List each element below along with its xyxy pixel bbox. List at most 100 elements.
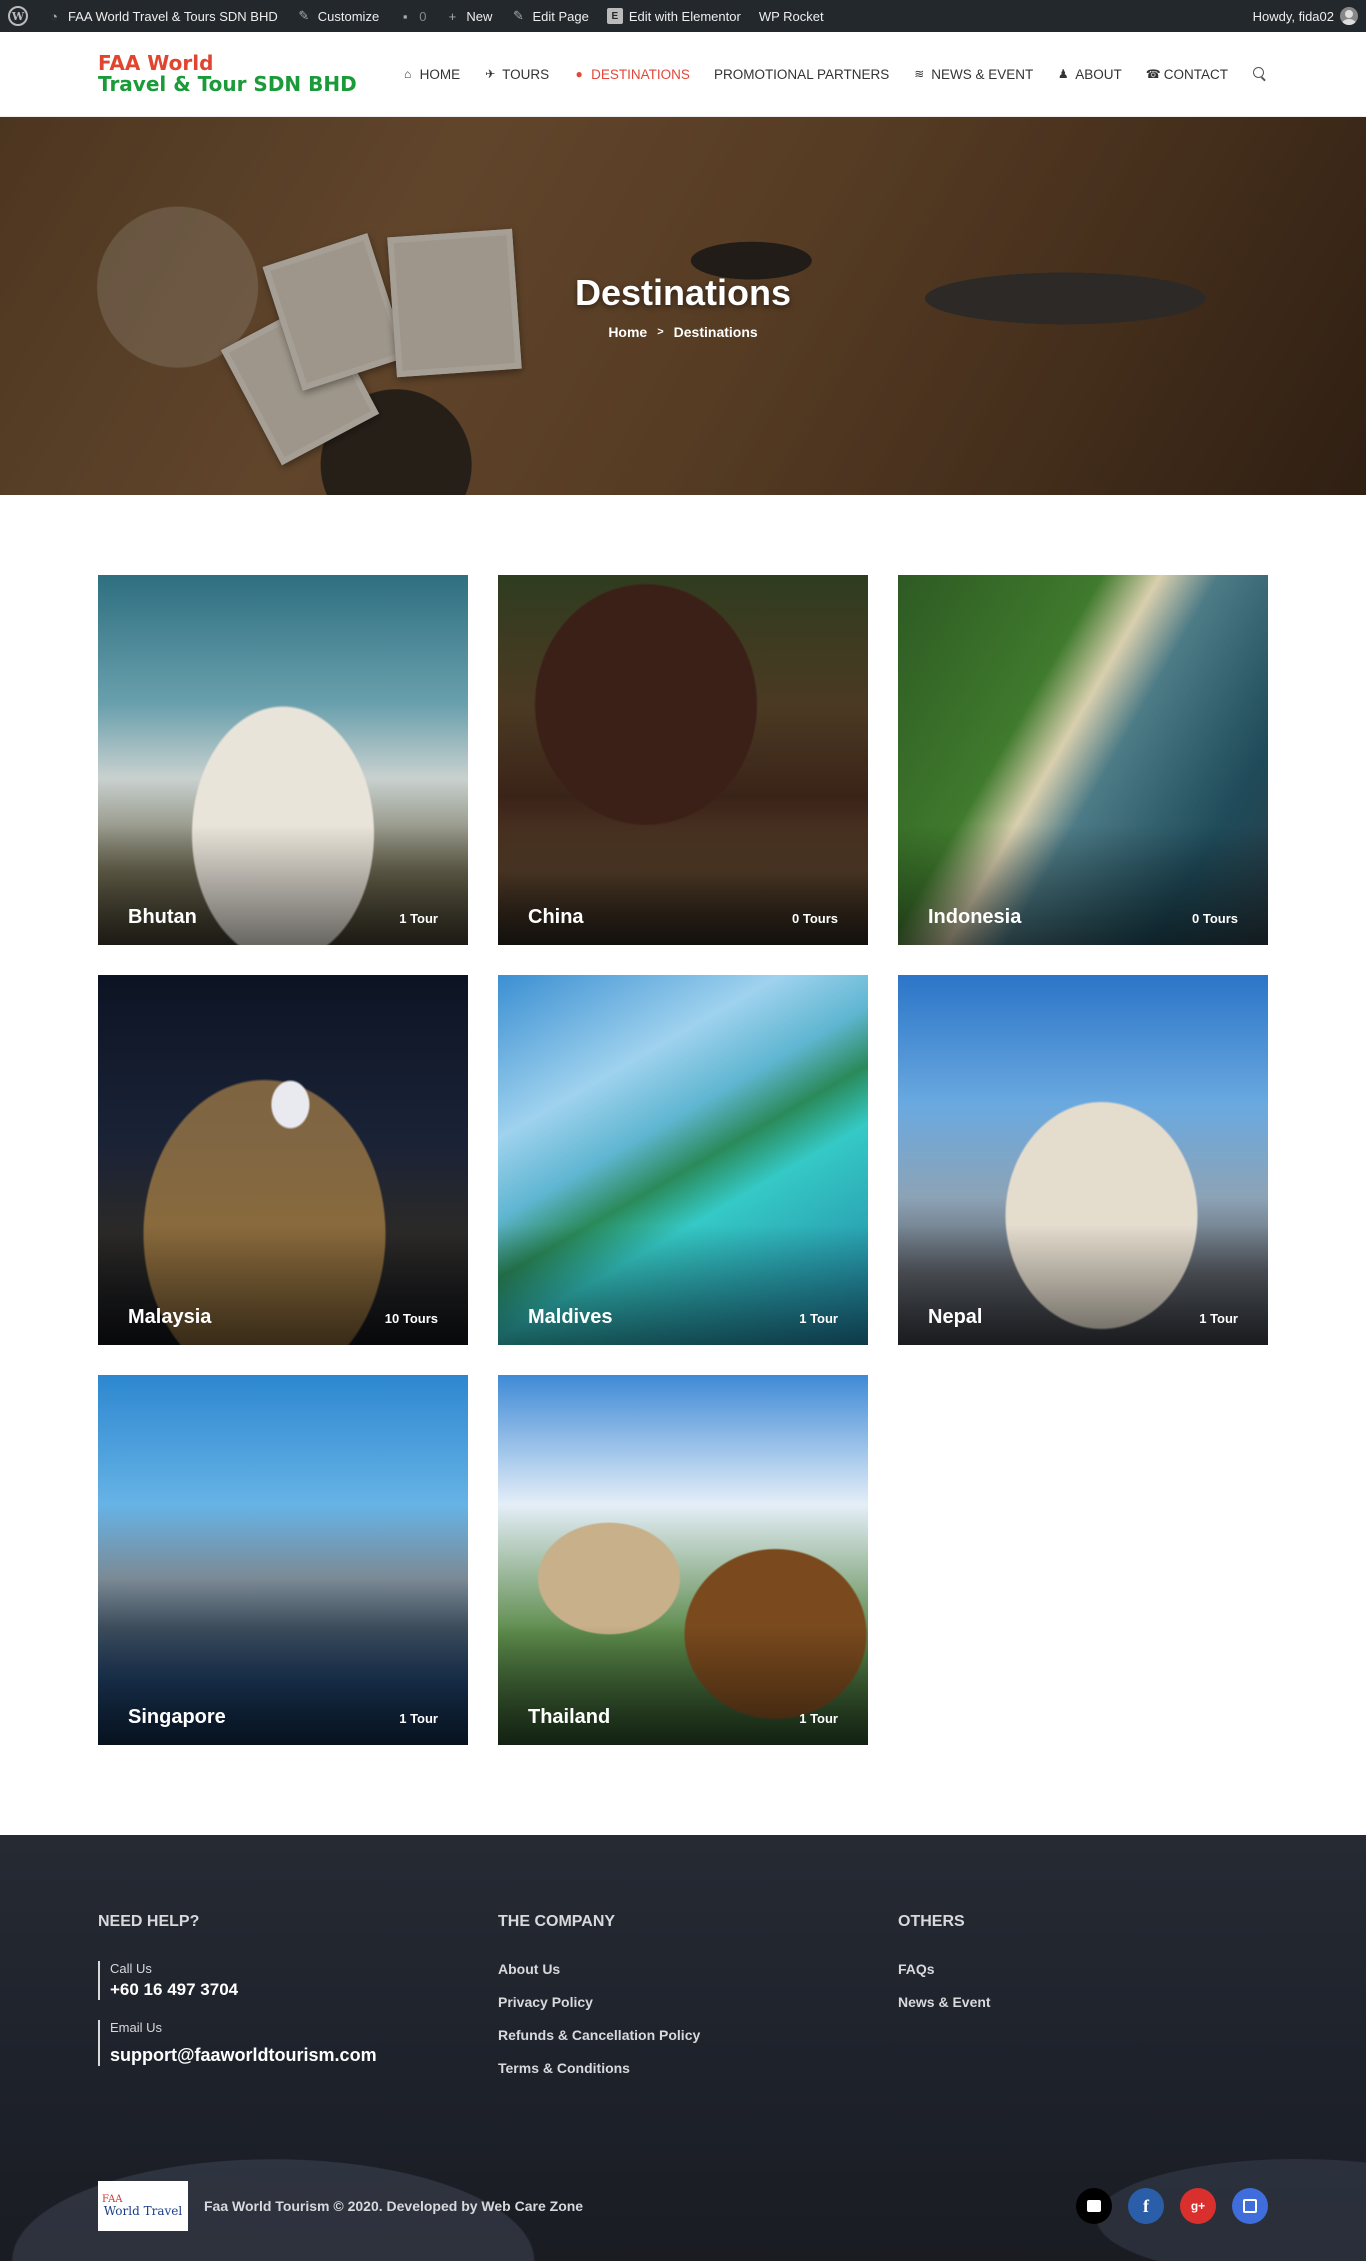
nav-destinations[interactable]: ● DESTINATIONS xyxy=(573,67,690,82)
destination-name: Thailand xyxy=(528,1706,611,1728)
tour-count: 1 Tour xyxy=(399,911,438,926)
footer-brand: FAA World Travel Faa World Tourism © 202… xyxy=(98,2181,583,2231)
footer-heading: OTHERS xyxy=(898,1913,965,1930)
destination-card-indonesia[interactable]: Indonesia 0 Tours xyxy=(898,575,1268,945)
destination-name: China xyxy=(528,906,584,928)
phone-icon: ☎ xyxy=(1145,67,1161,81)
facebook-icon: f xyxy=(1143,2195,1149,2216)
breadcrumb-home-link[interactable]: Home xyxy=(608,324,647,340)
footer-col-others: OTHERS FAQs News & Event xyxy=(898,1913,1258,2093)
email-link[interactable]: support@faaworldtourism.com xyxy=(110,2045,498,2066)
card-info: Indonesia 0 Tours xyxy=(928,906,1238,929)
edit-page-link[interactable]: ✎ Edit Page xyxy=(510,8,589,24)
hero-content: Destinations Home > Destinations xyxy=(0,272,1366,340)
facebook-social-button[interactable]: f xyxy=(1128,2188,1164,2224)
pencil-icon: ✎ xyxy=(512,8,524,23)
card-info: Thailand 1 Tour xyxy=(528,1706,838,1729)
site-footer: NEED HELP? Call Us +60 16 497 3704 Email… xyxy=(0,1835,1366,2261)
calendar-icon xyxy=(1243,2199,1257,2213)
comments-link[interactable]: ▪ 0 xyxy=(397,8,427,24)
footer-col-company: THE COMPANY About Us Privacy Policy Refu… xyxy=(498,1913,898,2093)
destination-card-bhutan[interactable]: Bhutan 1 Tour xyxy=(98,575,468,945)
card-info: Singapore 1 Tour xyxy=(128,1706,438,1729)
destination-card-thailand[interactable]: Thailand 1 Tour xyxy=(498,1375,868,1745)
contact-email: Email Us support@faaworldtourism.com xyxy=(98,2020,498,2066)
destination-name: Malaysia xyxy=(128,1306,212,1328)
destination-name: Bhutan xyxy=(128,906,197,928)
destination-card-singapore[interactable]: Singapore 1 Tour xyxy=(98,1375,468,1745)
nav-promotional-partners[interactable]: PROMOTIONAL PARTNERS xyxy=(714,67,889,82)
wordpress-icon: W xyxy=(8,6,28,26)
site-header: FAA World Travel & Tour SDN BHD ⌂ HOME ✈ T… xyxy=(0,32,1366,117)
destination-card-china[interactable]: China 0 Tours xyxy=(498,575,868,945)
user-icon: ♟ xyxy=(1057,67,1069,81)
customize-link[interactable]: ✎ Customize xyxy=(296,8,379,24)
footer-link-privacy-policy[interactable]: Privacy Policy xyxy=(498,1994,898,2010)
destination-card-nepal[interactable]: Nepal 1 Tour xyxy=(898,975,1268,1345)
tour-count: 0 Tours xyxy=(792,911,838,926)
card-info: Maldives 1 Tour xyxy=(528,1306,838,1329)
footer-heading: NEED HELP? xyxy=(98,1913,200,1930)
page-hero-banner: Destinations Home > Destinations xyxy=(0,117,1366,495)
nav-tours[interactable]: ✈ TOURS xyxy=(484,67,549,82)
new-content-link[interactable]: + New xyxy=(444,8,493,24)
contact-label: Call Us xyxy=(110,1961,152,1976)
footer-heading: THE COMPANY xyxy=(498,1913,616,1930)
destination-card-maldives[interactable]: Maldives 1 Tour xyxy=(498,975,868,1345)
logo-line-2: Travel & Tour SDN BHD xyxy=(98,72,357,96)
destination-card-malaysia[interactable]: Malaysia 10 Tours xyxy=(98,975,468,1345)
edit-elementor-link[interactable]: E Edit with Elementor xyxy=(606,8,741,24)
email-social-button[interactable] xyxy=(1076,2188,1112,2224)
destination-name: Indonesia xyxy=(928,906,1022,928)
nav-contact[interactable]: ☎ CONTACT xyxy=(1146,67,1228,82)
google-plus-icon: g+ xyxy=(1190,2199,1206,2213)
card-info: Nepal 1 Tour xyxy=(928,1306,1238,1329)
footer-link-news-event[interactable]: News & Event xyxy=(898,1994,1258,2010)
contact-call: Call Us +60 16 497 3704 xyxy=(98,1961,498,2000)
footer-link-faqs[interactable]: FAQs xyxy=(898,1961,1258,1977)
destinations-section: Bhutan 1 Tour China 0 Tours Indonesia 0 … xyxy=(0,495,1366,1835)
footer-col-need-help: NEED HELP? Call Us +60 16 497 3704 Email… xyxy=(98,1913,498,2093)
destination-name: Singapore xyxy=(128,1706,226,1728)
calendar-social-button[interactable] xyxy=(1232,2188,1268,2224)
footer-link-refunds[interactable]: Refunds & Cancellation Policy xyxy=(498,2027,898,2043)
destination-name: Nepal xyxy=(928,1306,983,1328)
tour-count: 1 Tour xyxy=(799,1311,838,1326)
email-icon xyxy=(1087,2200,1101,2212)
nav-about[interactable]: ♟ ABOUT xyxy=(1057,67,1122,82)
elementor-icon: E xyxy=(606,8,623,24)
tour-count: 10 Tours xyxy=(384,1311,438,1326)
nav-news-event[interactable]: ≋ NEWS & EVENT xyxy=(913,67,1033,82)
contact-label: Email Us xyxy=(110,2020,163,2035)
plane-icon: ✈ xyxy=(485,67,496,81)
chevron-right-icon: > xyxy=(657,326,664,338)
footer-link-terms[interactable]: Terms & Conditions xyxy=(498,2060,898,2076)
site-logo[interactable]: FAA World Travel & Tour SDN BHD xyxy=(98,53,357,95)
google-plus-social-button[interactable]: g+ xyxy=(1180,2188,1216,2224)
footer-link-about-us[interactable]: About Us xyxy=(498,1961,898,1977)
home-icon: ⌂ xyxy=(404,67,412,81)
social-links: f g+ xyxy=(1076,2188,1268,2224)
footer-columns: NEED HELP? Call Us +60 16 497 3704 Email… xyxy=(98,1913,1268,2093)
page-title: Destinations xyxy=(574,272,792,313)
tour-count: 1 Tour xyxy=(399,1711,438,1726)
wp-logo-button[interactable]: W xyxy=(8,6,28,26)
dashboard-icon: ◔ xyxy=(50,8,58,24)
account-menu[interactable]: Howdy, fida02 xyxy=(1253,7,1358,25)
footer-logo[interactable]: FAA World Travel xyxy=(98,2181,188,2231)
plus-icon: + xyxy=(448,8,457,24)
tour-count: 0 Tours xyxy=(1192,911,1238,926)
search-icon[interactable] xyxy=(1252,66,1268,82)
tour-count: 1 Tour xyxy=(799,1711,838,1726)
wp-admin-bar: W ◔ FAA World Travel & Tours SDN BHD ✎ Cus… xyxy=(0,0,1366,32)
wp-rocket-link[interactable]: WP Rocket xyxy=(759,9,824,24)
nav-home[interactable]: ⌂ HOME xyxy=(402,67,460,82)
tour-count: 1 Tour xyxy=(1199,1311,1238,1326)
map-marker-icon: ● xyxy=(575,67,583,81)
destinations-grid: Bhutan 1 Tour China 0 Tours Indonesia 0 … xyxy=(98,575,1268,1745)
footer-links: About Us Privacy Policy Refunds & Cancel… xyxy=(498,1961,898,2076)
footer-links: FAQs News & Event xyxy=(898,1961,1258,2010)
phone-number-link[interactable]: +60 16 497 3704 xyxy=(110,1980,498,2000)
site-name-link[interactable]: ◔ FAA World Travel & Tours SDN BHD xyxy=(46,8,278,24)
breadcrumb: Home > Destinations xyxy=(0,324,1366,340)
